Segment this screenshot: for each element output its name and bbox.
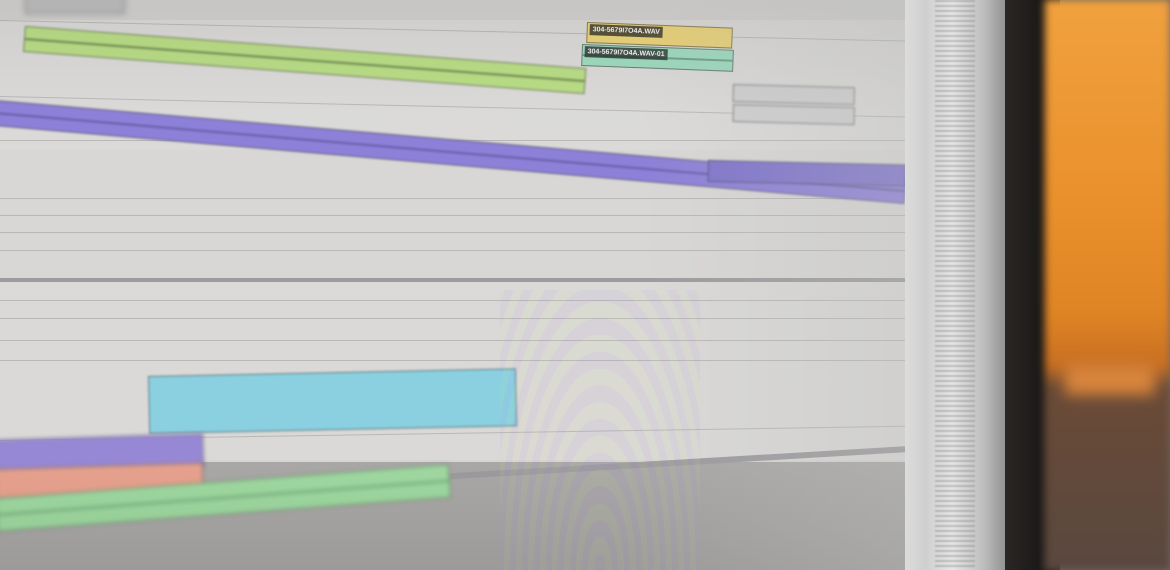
lane-background xyxy=(0,0,915,20)
top-gray-clip[interactable] xyxy=(25,0,125,14)
bezel-vent xyxy=(935,0,975,570)
light-patch xyxy=(1065,365,1155,395)
track-divider xyxy=(0,250,915,251)
track-divider xyxy=(0,360,915,361)
cyan-clip[interactable] xyxy=(148,368,518,434)
gray-clip-b[interactable] xyxy=(732,104,855,126)
green-clip-top[interactable] xyxy=(23,26,587,95)
track-divider xyxy=(0,318,915,319)
purple-clip-end-label[interactable] xyxy=(707,160,906,187)
gray-clip-a[interactable] xyxy=(732,84,855,106)
track-group-divider xyxy=(0,278,915,282)
waveform xyxy=(24,38,585,83)
track-divider xyxy=(0,215,915,216)
clip-label: 304-5679I7O4A.WAV xyxy=(589,24,664,38)
teal-clip[interactable]: 304-5679I7O4A.WAV-01 xyxy=(581,44,734,72)
background-room xyxy=(1045,0,1170,570)
track-divider xyxy=(0,340,915,341)
track-divider xyxy=(0,232,915,233)
track-divider xyxy=(0,300,915,301)
monitor-bezel xyxy=(905,0,1010,570)
daw-timeline-screen: 304-5679I7O4A.WAV 304-5679I7O4A.WAV-01 xyxy=(0,0,915,570)
track-divider xyxy=(0,198,915,199)
